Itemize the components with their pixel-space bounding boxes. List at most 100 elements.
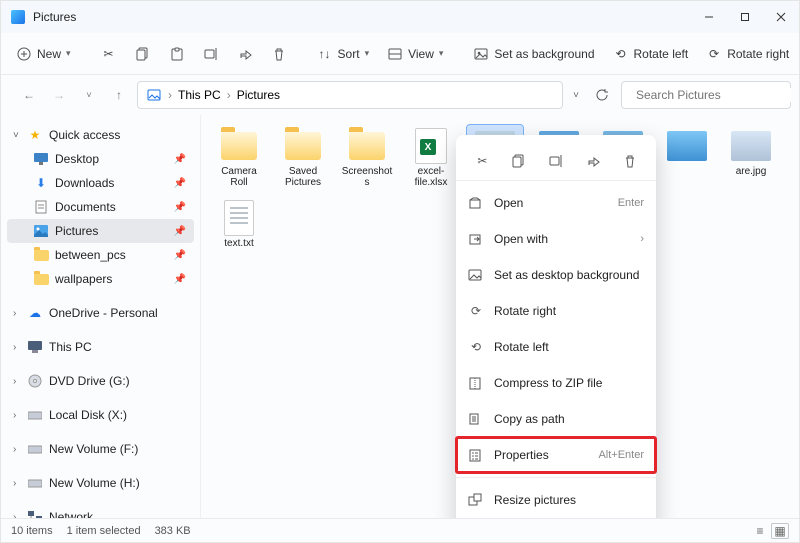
refresh-button[interactable] [589,81,615,109]
ctx-copy-button[interactable] [506,148,532,174]
breadcrumb-thispc[interactable]: This PC [178,88,221,102]
sidebar-downloads[interactable]: ⬇ Downloads📌 [7,171,194,195]
recent-button[interactable]: ˅ [77,83,101,107]
item-arejpg[interactable]: are.jpg [723,125,779,191]
view-button[interactable]: View ▾ [380,41,450,67]
sidebar-wallpapers[interactable]: wallpapers📌 [7,267,194,291]
set-background-button[interactable]: Set as background [466,41,601,67]
ctx-rotate-right[interactable]: ⟳Rotate right [456,293,656,329]
address-bar[interactable]: › This PC › Pictures [137,81,563,109]
ctx-set-background[interactable]: Set as desktop background [456,257,656,293]
cloud-icon: ☁ [27,305,43,321]
ctx-properties[interactable]: PropertiesAlt+Enter [456,437,656,473]
rotate-left-label: Rotate left [634,47,689,61]
sidebar-quick-access[interactable]: ˅ ★ Quick access [7,123,194,147]
pin-icon: 📌 [174,226,186,237]
details-view-button[interactable]: ≡ [751,523,769,539]
image-thumb [731,131,771,161]
sidebar-documents[interactable]: Documents📌 [7,195,194,219]
chevron-right-icon: › [227,88,231,102]
rename-button[interactable] [196,41,226,67]
rename-icon [549,154,563,168]
open-icon [468,196,484,210]
refresh-icon [595,88,609,102]
explorer-window: Pictures New ▾ ✂ ↑↓ Sort ▾ [0,0,800,543]
picture-icon [473,46,489,62]
rotate-right-button[interactable]: ⟳ Rotate right [699,41,796,67]
disc-icon [27,373,43,389]
sidebar-between-pcs[interactable]: between_pcs📌 [7,243,194,267]
sidebar-dvd[interactable]: › DVD Drive (G:) [7,369,194,393]
drive-icon [27,441,43,457]
download-icon: ⬇ [33,175,49,191]
trash-icon [623,154,637,168]
back-button[interactable]: ← [17,83,41,107]
rename-icon [203,46,219,62]
rotate-right-icon: ⟳ [468,304,484,318]
cut-button[interactable]: ✂ [94,41,124,67]
new-button[interactable]: New ▾ [9,41,78,67]
sort-label: Sort [338,47,360,61]
paste-button[interactable] [162,41,192,67]
image-thumb [667,131,707,161]
ctx-copy-path[interactable]: Copy as path [456,401,656,437]
rotate-right-icon: ⟳ [706,46,722,62]
sidebar-localx[interactable]: › Local Disk (X:) [7,403,194,427]
status-selected: 1 item selected [67,525,141,537]
address-dropdown[interactable]: ˅ [569,90,583,101]
search-box[interactable] [621,81,791,109]
folder-icon [221,132,257,160]
drive-icon [27,475,43,491]
copy-icon [135,46,151,62]
star-icon: ★ [27,127,43,143]
copy-button[interactable] [128,41,158,67]
ctx-open[interactable]: OpenEnter [456,185,656,221]
pin-icon: 📌 [174,250,186,261]
item-screenshots[interactable]: Screenshots [339,125,395,191]
sidebar-onedrive[interactable]: › ☁ OneDrive - Personal [7,301,194,325]
sidebar-thispc[interactable]: › This PC [7,335,194,359]
search-input[interactable] [636,88,791,102]
up-button[interactable]: ↑ [107,83,131,107]
ctx-delete-button[interactable] [617,148,643,174]
ctx-rename-button[interactable] [543,148,569,174]
ctx-rotate-left[interactable]: ⟲Rotate left [456,329,656,365]
open-with-icon [468,232,484,246]
sidebar-volh[interactable]: › New Volume (H:) [7,471,194,495]
folder-icon [349,132,385,160]
sort-button[interactable]: ↑↓ Sort ▾ [310,41,377,67]
rotate-left-button[interactable]: ⟲ Rotate left [606,41,696,67]
chevron-right-icon: › [13,478,25,489]
item-excel-file[interactable]: excel-file.xlsx [403,125,459,191]
ctx-cut-button[interactable]: ✂ [469,148,495,174]
breadcrumb-pictures[interactable]: Pictures [237,88,280,102]
item-texttxt[interactable]: text.txt [211,197,267,252]
share-button[interactable] [230,41,260,67]
forward-button[interactable]: → [47,83,71,107]
navbar: ← → ˅ ↑ › This PC › Pictures ˅ [1,75,799,115]
ctx-compress[interactable]: Compress to ZIP file [456,365,656,401]
delete-button[interactable] [264,41,294,67]
sidebar-pictures[interactable]: Pictures📌 [7,219,194,243]
chevron-right-icon: › [13,512,25,519]
icons-view-button[interactable]: ▦ [771,523,789,539]
rotate-right-label: Rotate right [727,47,789,61]
zip-icon [468,376,484,390]
sidebar-volf[interactable]: › New Volume (F:) [7,437,194,461]
close-button[interactable] [763,1,799,33]
item-saved-pictures[interactable]: Saved Pictures [275,125,331,191]
item-camera-roll[interactable]: Camera Roll [211,125,267,191]
pin-icon: 📌 [174,274,186,285]
ctx-open-with[interactable]: Open with› [456,221,656,257]
content-pane[interactable]: Camera Roll Saved Pictures Screenshots e… [201,115,799,518]
sidebar-desktop[interactable]: Desktop📌 [7,147,194,171]
item-image[interactable] [659,125,715,191]
sidebar-network[interactable]: › Network [7,505,194,518]
ctx-resize[interactable]: Resize pictures [456,482,656,518]
maximize-button[interactable] [727,1,763,33]
ctx-share-button[interactable] [580,148,606,174]
titlebar: Pictures [1,1,799,33]
chevron-right-icon: › [13,444,25,455]
app-icon [11,10,25,24]
minimize-button[interactable] [691,1,727,33]
